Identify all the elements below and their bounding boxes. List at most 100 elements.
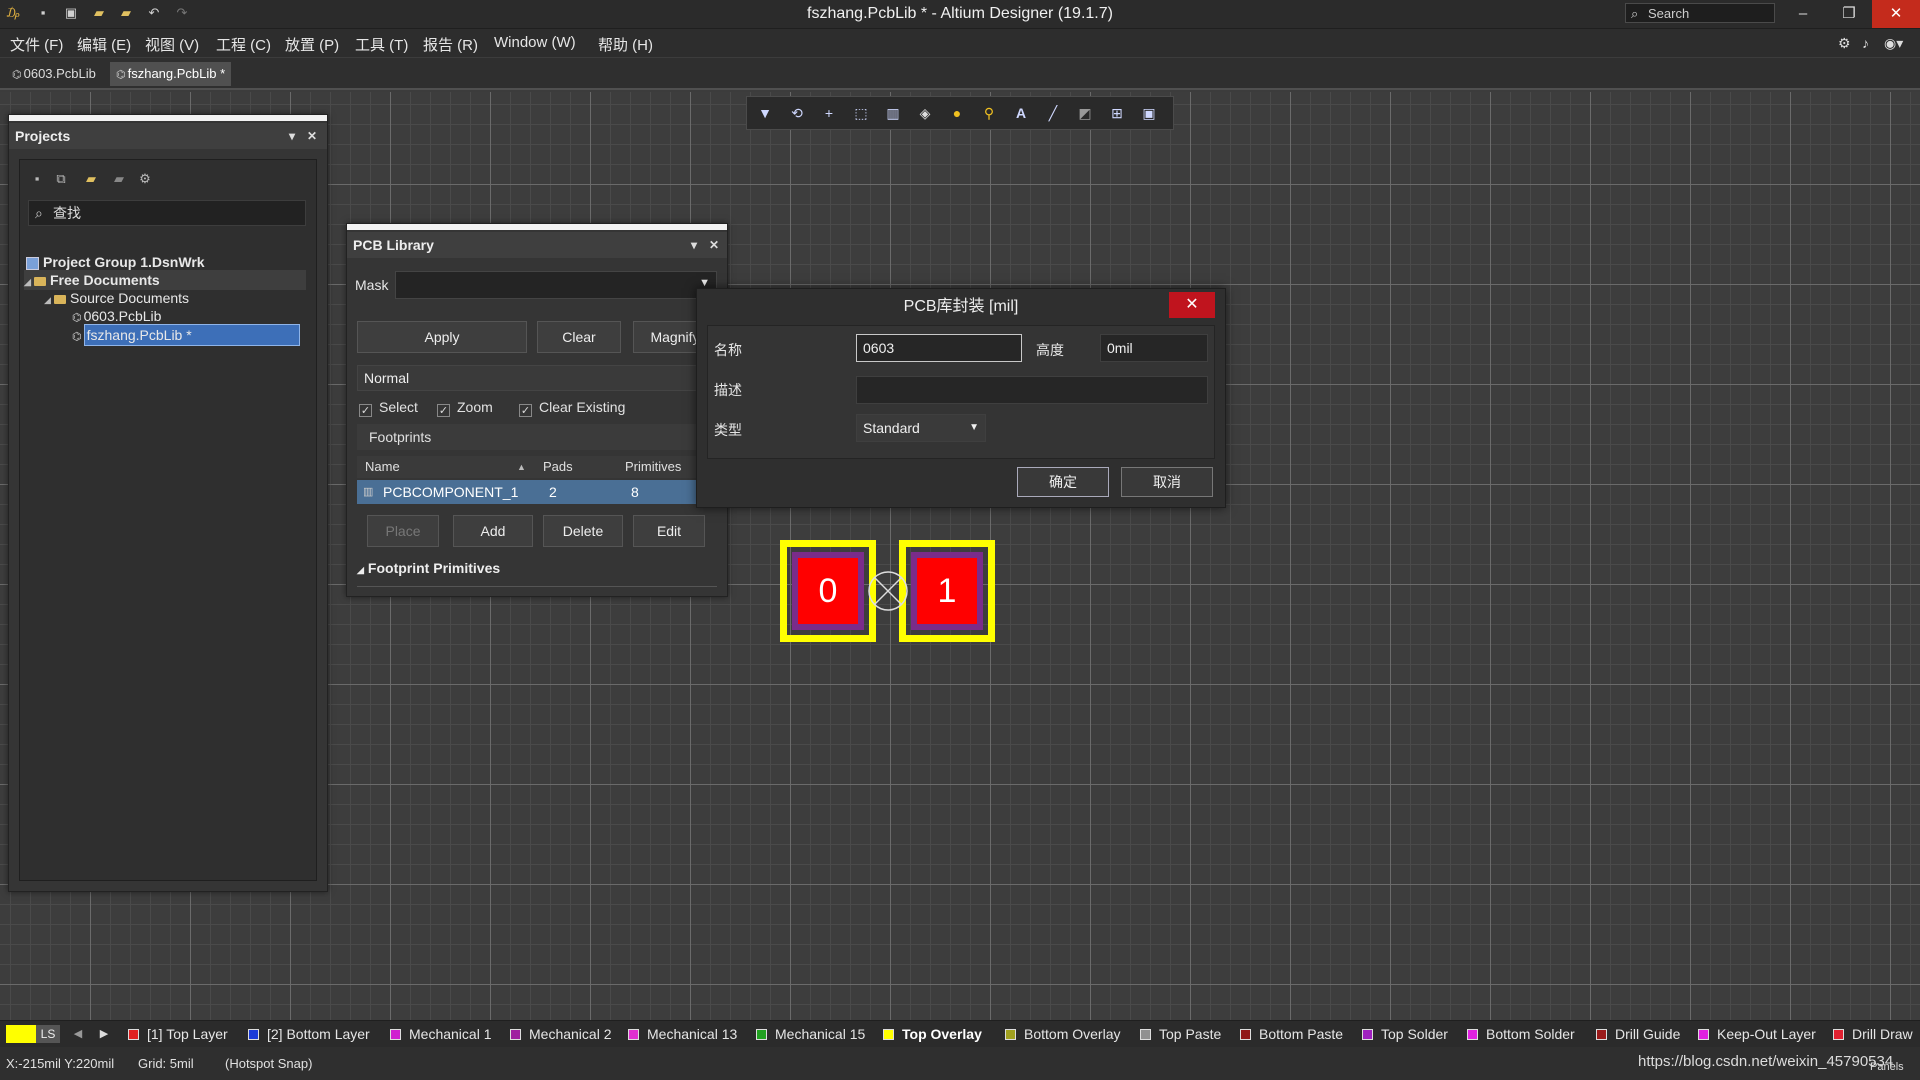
column-pads[interactable]: Pads xyxy=(543,456,573,478)
copy-icon[interactable]: ⧉ xyxy=(52,170,70,188)
description-input[interactable] xyxy=(856,376,1208,404)
menu-place[interactable]: 放置 (P) xyxy=(285,34,339,55)
filter-icon[interactable]: ▼ xyxy=(755,103,775,123)
layer-set-button[interactable]: LS xyxy=(36,1025,60,1043)
menu-window[interactable]: Window (W) xyxy=(494,34,576,51)
ok-button[interactable]: 确定 xyxy=(1017,467,1109,497)
open-folder-icon[interactable]: ▰ xyxy=(82,170,100,188)
tree-item-free-documents[interactable]: ◢ Free Documents xyxy=(24,270,306,290)
gear-icon[interactable]: ⚙ xyxy=(1838,35,1851,52)
column-name[interactable]: Name xyxy=(365,456,400,478)
open-icon[interactable]: ▰ xyxy=(90,4,108,22)
menu-tools[interactable]: 工具 (T) xyxy=(355,34,408,55)
scroll-left-icon[interactable]: ◀ xyxy=(70,1025,86,1043)
pad-icon[interactable]: ● xyxy=(947,103,967,123)
tab-fszhang-pcblib[interactable]: ⌬ fszhang.PcbLib * xyxy=(110,62,232,86)
bell-icon[interactable]: ♪ xyxy=(1862,35,1869,51)
current-layer-swatch[interactable] xyxy=(6,1025,36,1043)
layer-tab-bottom-solder[interactable]: Bottom Solder xyxy=(1467,1025,1575,1043)
footprint-graphic[interactable]: 0 1 xyxy=(780,540,996,642)
menu-edit[interactable]: 编辑 (E) xyxy=(77,34,131,55)
mask-input[interactable]: ▼ xyxy=(395,271,717,299)
cross-icon[interactable]: + xyxy=(819,103,839,123)
line-icon[interactable]: ╱ xyxy=(1043,103,1063,123)
restore-button[interactable]: ❐ xyxy=(1826,0,1872,28)
dialog-close-button[interactable]: ✕ xyxy=(1169,292,1215,318)
layer-tab-2-bottom-layer[interactable]: [2] Bottom Layer xyxy=(248,1025,370,1043)
menu-help[interactable]: 帮助 (H) xyxy=(598,34,653,55)
layer-tab-mechanical-13[interactable]: Mechanical 13 xyxy=(628,1025,737,1043)
pad-1[interactable]: 1 xyxy=(911,552,983,630)
tree-item-source-documents[interactable]: ◢ Source Documents xyxy=(44,288,189,308)
scroll-right-icon[interactable]: ▶ xyxy=(96,1025,112,1043)
place-component-icon[interactable]: ◈ xyxy=(915,103,935,123)
tab-0603-pcblib[interactable]: ⌬ 0603.PcbLib xyxy=(6,62,102,86)
menu-reports[interactable]: 报告 (R) xyxy=(423,34,478,55)
pad-0[interactable]: 0 xyxy=(792,552,864,630)
edit-button[interactable]: Edit xyxy=(633,515,705,547)
project-search-input[interactable]: ⌕ 查找 xyxy=(28,200,306,226)
layer-tab-bottom-paste[interactable]: Bottom Paste xyxy=(1240,1025,1343,1043)
height-input[interactable]: 0mil xyxy=(1100,334,1208,362)
save-icon[interactable]: ▪ xyxy=(34,4,52,22)
region-icon[interactable]: ▣ xyxy=(1139,103,1159,123)
settings-icon[interactable]: ⚙ xyxy=(136,170,154,188)
layer-tab-drill-guide[interactable]: Drill Guide xyxy=(1596,1025,1680,1043)
save-project-icon[interactable]: ▪ xyxy=(28,170,46,188)
place-button[interactable]: Place xyxy=(367,515,439,547)
select-rect-icon[interactable]: ⬚ xyxy=(851,103,871,123)
layer-tab-mechanical-15[interactable]: Mechanical 15 xyxy=(756,1025,865,1043)
cancel-button[interactable]: 取消 xyxy=(1121,467,1213,497)
layer-tab-mechanical-1[interactable]: Mechanical 1 xyxy=(390,1025,492,1043)
delete-button[interactable]: Delete xyxy=(543,515,623,547)
redo-icon[interactable]: ↷ xyxy=(173,4,191,22)
clear-button[interactable]: Clear xyxy=(537,321,621,353)
panel-menu-icon[interactable]: ▾ xyxy=(691,232,697,258)
layer-tab-top-paste[interactable]: Top Paste xyxy=(1140,1025,1221,1043)
app-icon[interactable]: ₯ xyxy=(4,4,22,22)
tree-item-fszhang-pcblib[interactable]: ⌬ fszhang.PcbLib * xyxy=(72,324,300,346)
column-primitives[interactable]: Primitives xyxy=(625,456,681,478)
name-input[interactable]: 0603 xyxy=(856,334,1022,362)
close-folder-icon[interactable]: ▰ xyxy=(110,170,128,188)
expand-triangle-icon[interactable]: ◢ xyxy=(24,272,34,292)
layer-tab-bottom-overlay[interactable]: Bottom Overlay xyxy=(1005,1025,1120,1043)
fill-icon[interactable]: ◩ xyxy=(1075,103,1095,123)
mode-select[interactable]: Normal xyxy=(357,365,717,391)
panels-button[interactable]: Panels xyxy=(1870,1061,1904,1073)
save-all-icon[interactable]: ▣ xyxy=(62,4,80,22)
user-icon[interactable]: ◉▾ xyxy=(1884,35,1903,52)
layer-tab-1-top-layer[interactable]: [1] Top Layer xyxy=(128,1025,228,1043)
tree-item-project-group[interactable]: Project Group 1.DsnWrk xyxy=(26,252,205,272)
layer-tab-keep-out-layer[interactable]: Keep-Out Layer xyxy=(1698,1025,1816,1043)
layer-tab-drill-draw[interactable]: Drill Draw xyxy=(1833,1025,1913,1043)
close-window-button[interactable]: ✕ xyxy=(1872,0,1920,28)
table-row[interactable]: ▥ PCBCOMPONENT_1 2 8 xyxy=(357,480,717,504)
layer-tab-top-solder[interactable]: Top Solder xyxy=(1362,1025,1448,1043)
clear-existing-checkbox[interactable]: ✓ Clear Existing xyxy=(519,399,625,417)
add-button[interactable]: Add xyxy=(453,515,533,547)
apply-button[interactable]: Apply xyxy=(357,321,527,353)
align-icon[interactable]: ▥ xyxy=(883,103,903,123)
layer-tab-top-overlay[interactable]: Top Overlay xyxy=(883,1025,982,1043)
footprint-primitives-section[interactable]: ◢ Footprint Primitives xyxy=(357,560,500,576)
undo-icon[interactable]: ↶ xyxy=(145,4,163,22)
collapse-triangle-icon[interactable]: ◢ xyxy=(357,565,364,575)
text-icon[interactable]: A xyxy=(1011,103,1031,123)
menu-view[interactable]: 视图 (V) xyxy=(145,34,199,55)
expand-triangle-icon[interactable]: ◢ xyxy=(44,290,54,310)
title-search-input[interactable]: ⌕ Search xyxy=(1625,3,1775,23)
dropdown-arrow-icon[interactable]: ▼ xyxy=(969,415,979,441)
menu-file[interactable]: 文件 (F) xyxy=(10,34,63,55)
tree-item-0603-pcblib[interactable]: ⌬ 0603.PcbLib xyxy=(72,306,161,326)
zoom-checkbox[interactable]: ✓ Zoom xyxy=(437,399,493,417)
menu-project[interactable]: 工程 (C) xyxy=(216,34,271,55)
type-select[interactable]: Standard ▼ xyxy=(856,414,986,442)
route-icon[interactable]: ⟲ xyxy=(787,103,807,123)
minimize-button[interactable]: – xyxy=(1780,0,1826,28)
panel-close-icon[interactable]: ✕ xyxy=(307,123,317,149)
layer-tab-mechanical-2[interactable]: Mechanical 2 xyxy=(510,1025,612,1043)
select-checkbox[interactable]: ✓ Select xyxy=(359,399,418,417)
via-icon[interactable]: ⚲ xyxy=(979,103,999,123)
panel-menu-icon[interactable]: ▾ xyxy=(289,123,295,149)
